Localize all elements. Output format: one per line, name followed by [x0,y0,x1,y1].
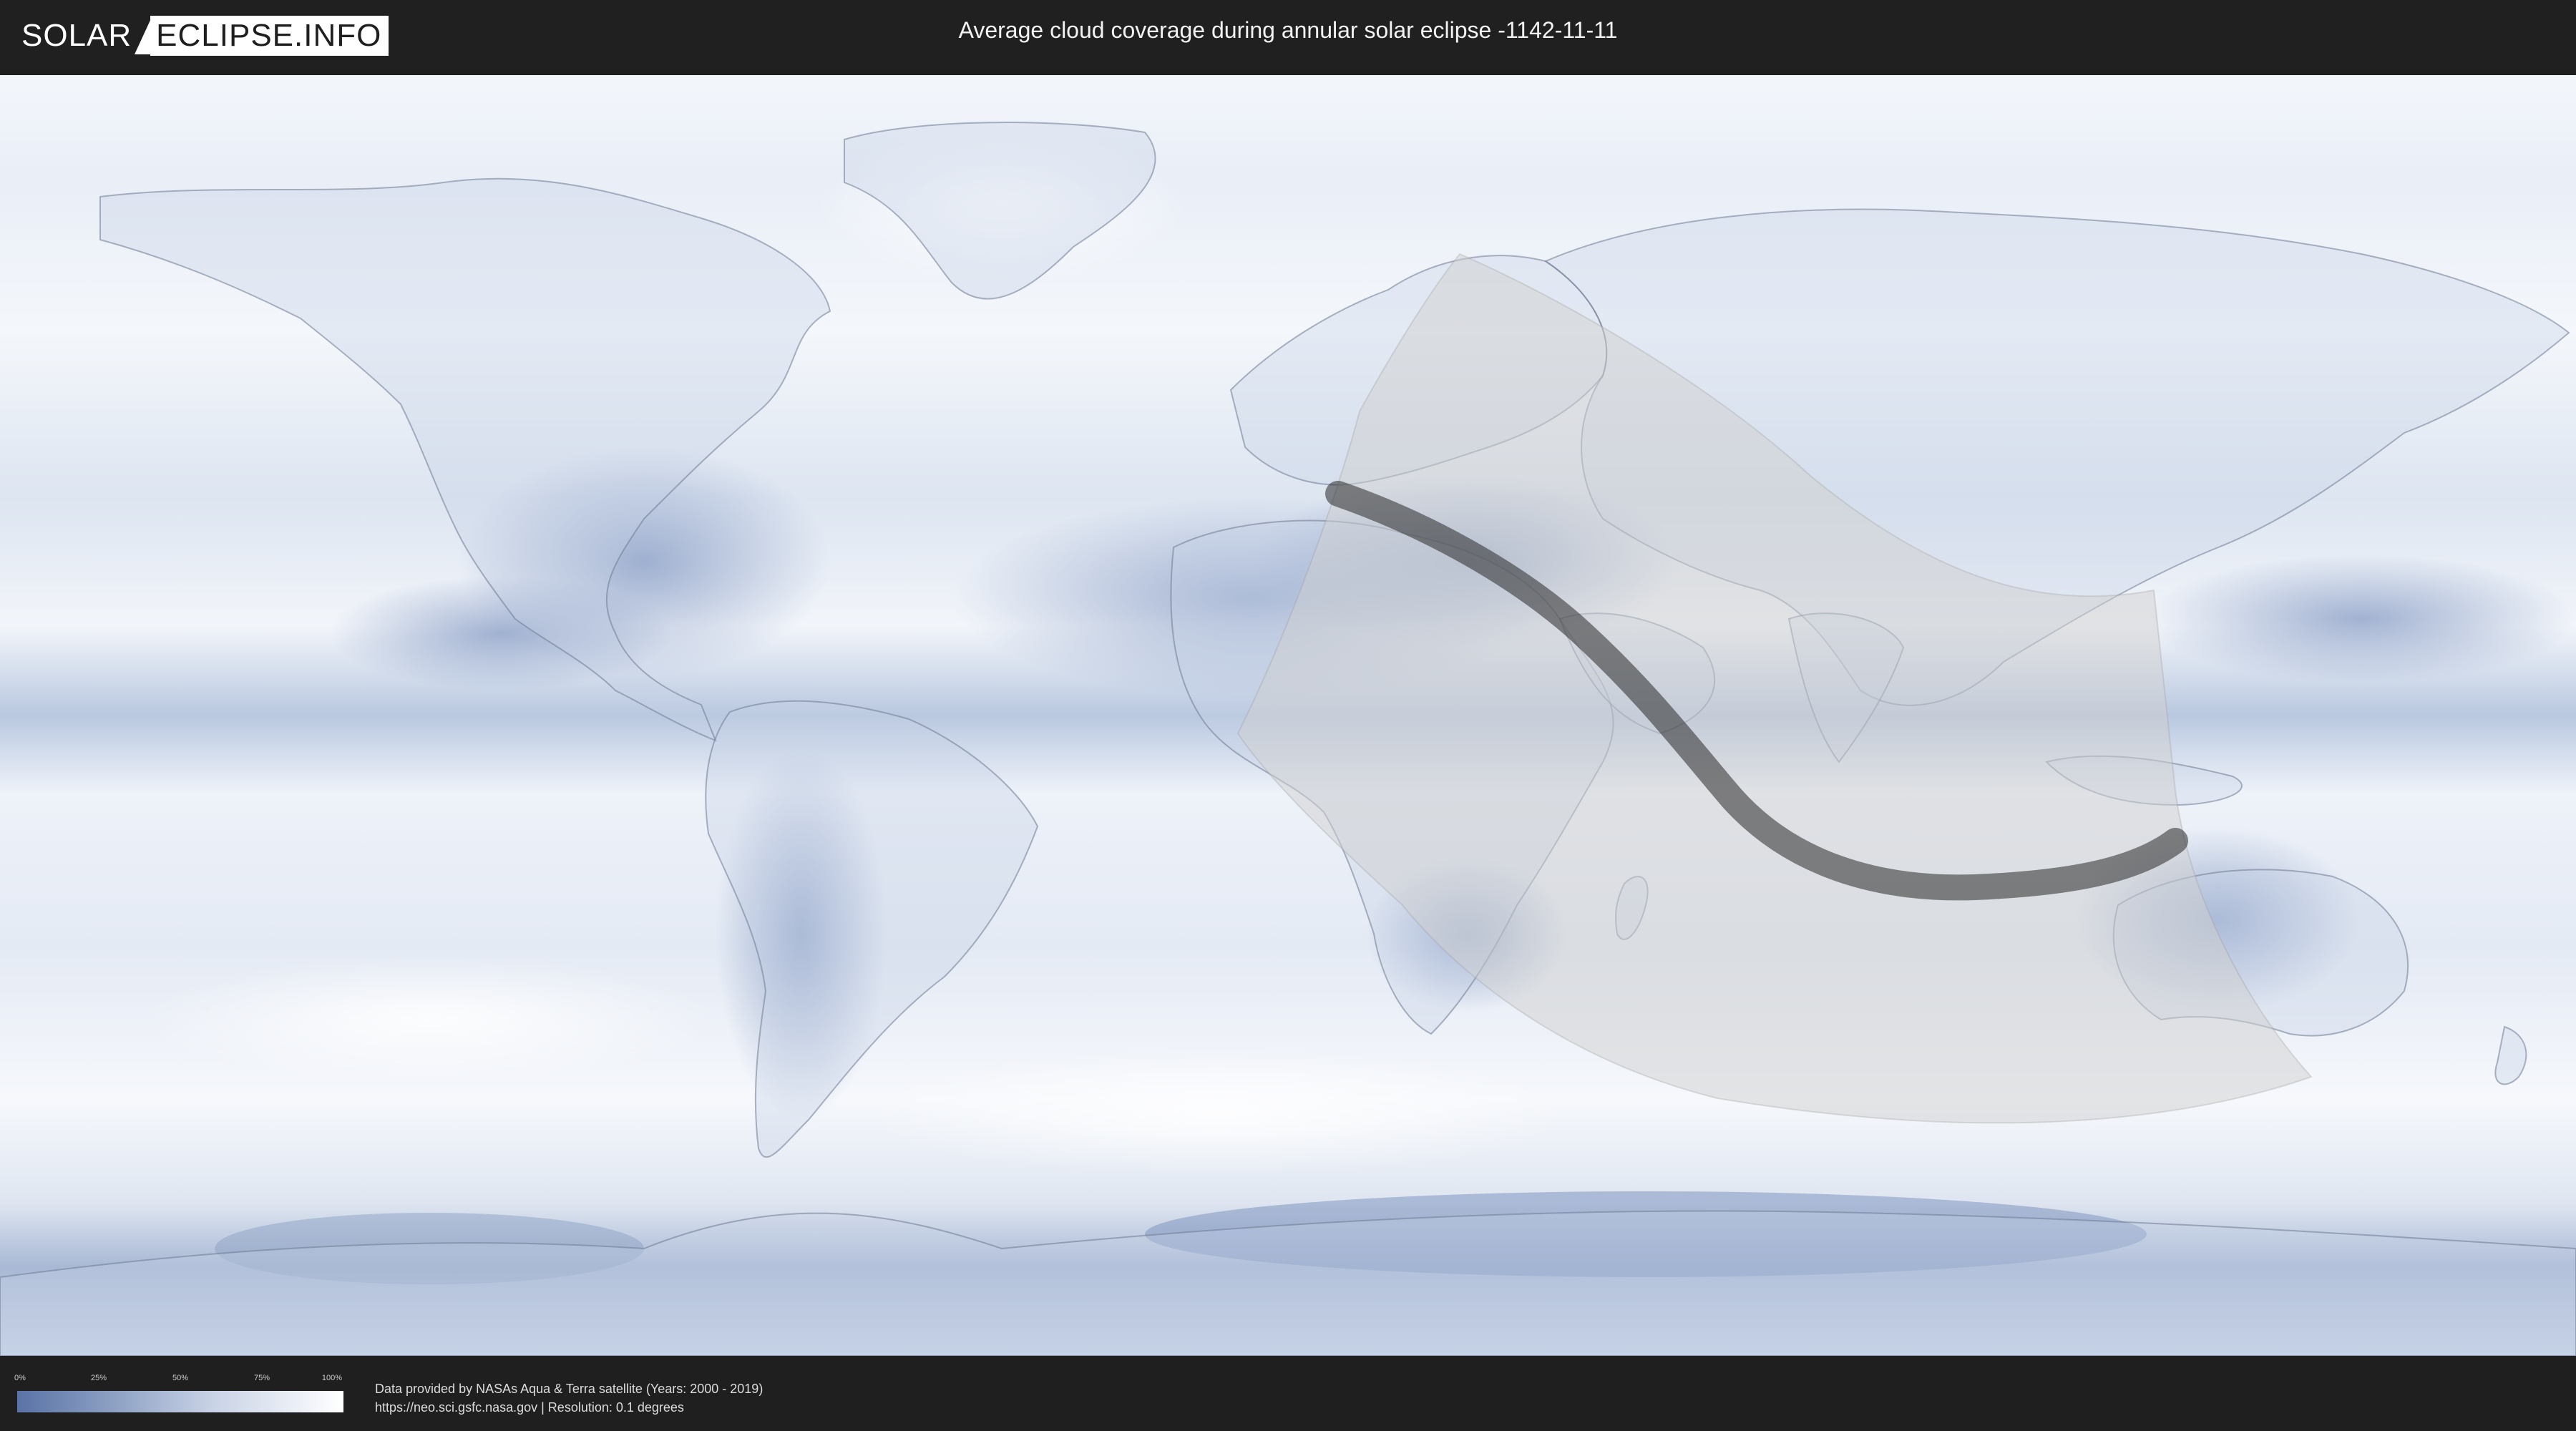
page-title: Average cloud coverage during annular so… [958,17,1618,43]
legend-color-bar [17,1391,343,1412]
cloud-coverage-legend: 0% 25% 50% 75% 100% [14,1372,343,1415]
data-credits: Data provided by NASAs Aqua & Terra sate… [375,1379,763,1417]
cloud-coverage-map [0,75,2576,1356]
legend-ticks: 0% 25% 50% 75% 100% [14,1372,343,1385]
legend-tick-100: 100% [321,1374,343,1382]
legend-tick-25: 25% [90,1374,107,1382]
map-svg [0,75,2576,1356]
legend-tick-50: 50% [172,1374,189,1382]
credit-line-1: Data provided by NASAs Aqua & Terra sate… [375,1382,763,1396]
legend-tick-0: 0% [14,1374,26,1382]
credit-line-2: https://neo.sci.gsfc.nasa.gov | Resoluti… [375,1400,684,1415]
legend-tick-75: 75% [253,1374,270,1382]
header-bar: SOLAR ECLIPSE.INFO Average cloud coverag… [0,0,2576,70]
